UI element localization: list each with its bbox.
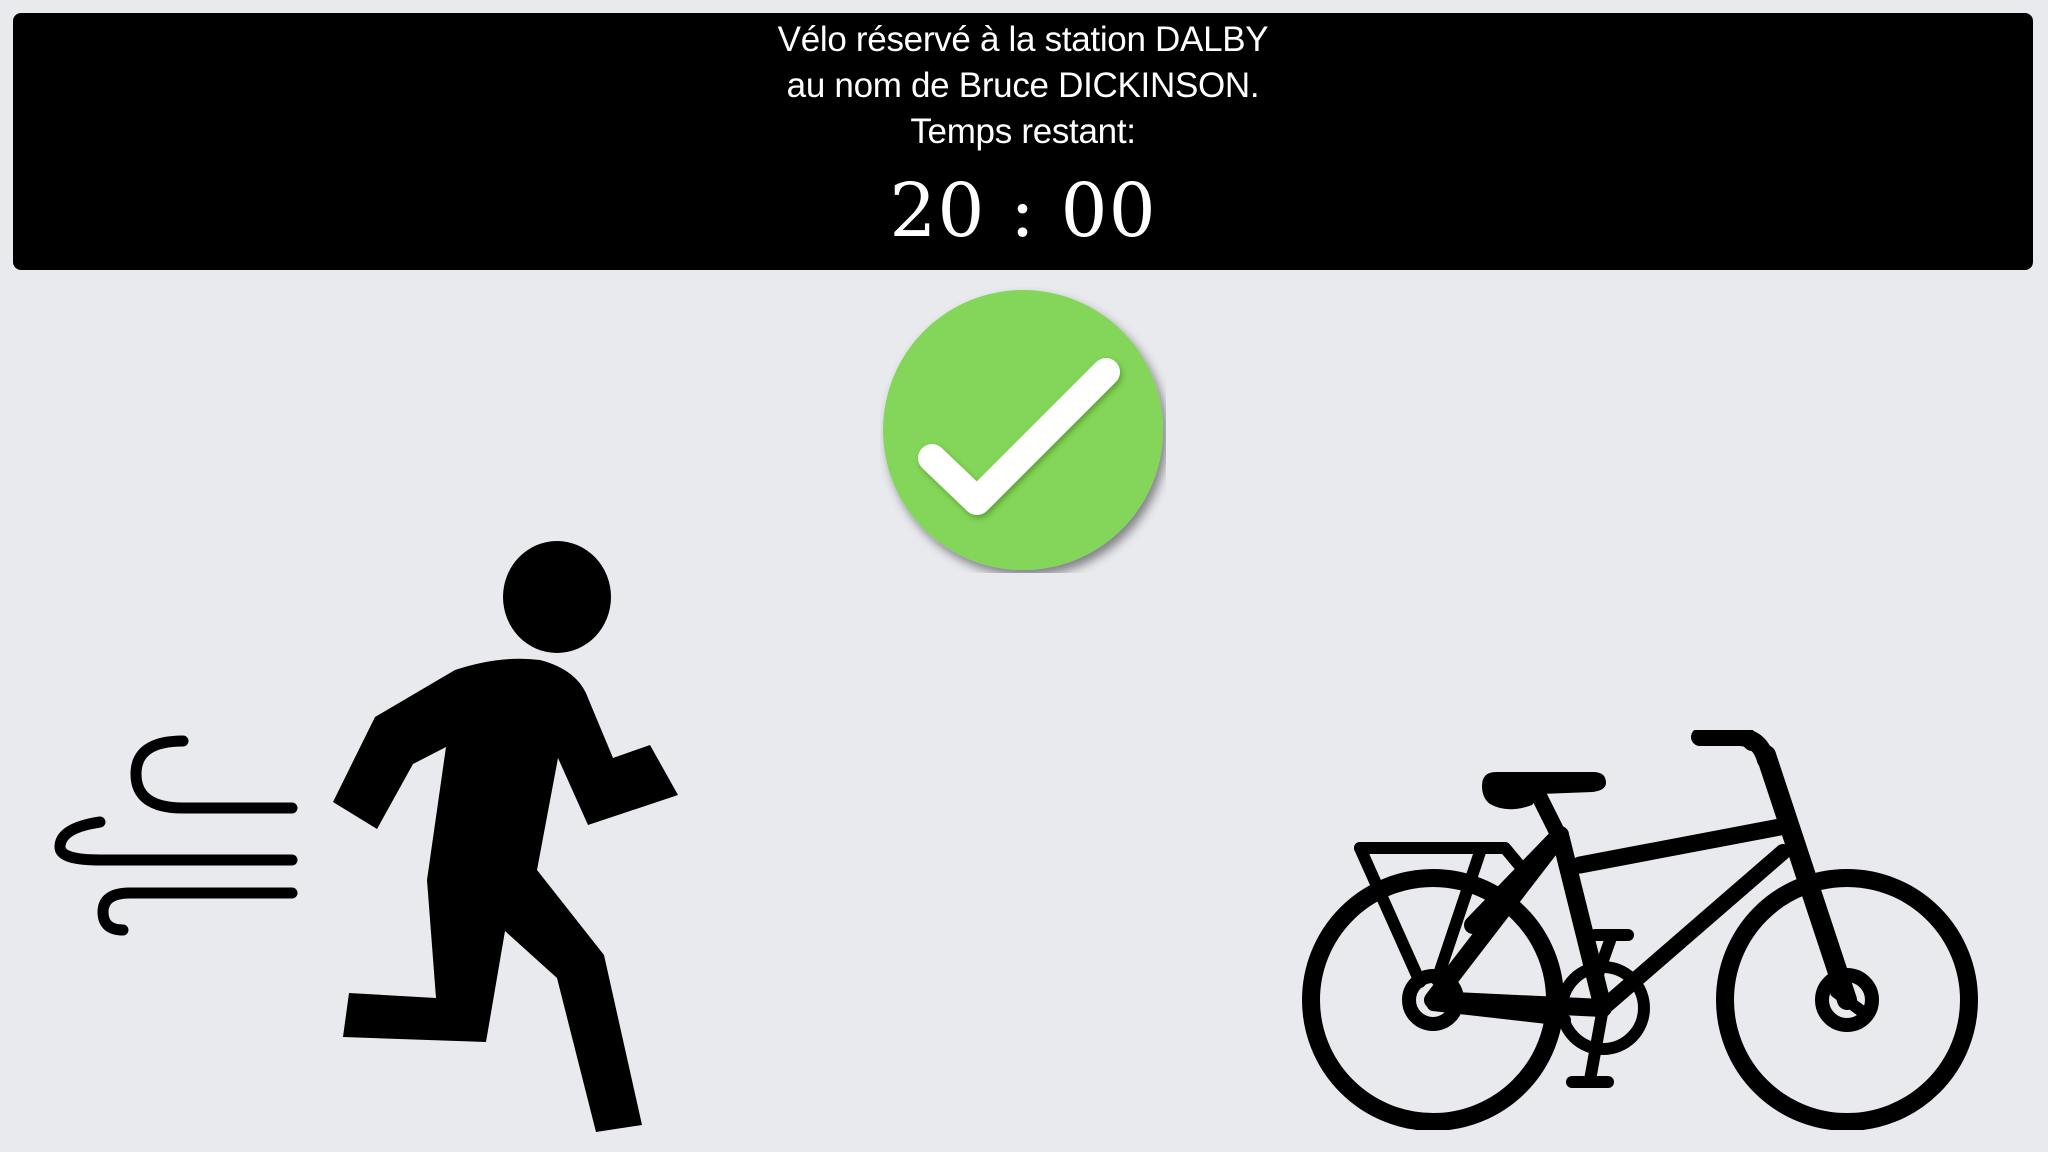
reservation-station-text: Vélo réservé à la station DALBY — [777, 20, 1269, 59]
countdown-timer: 20 : 00 — [889, 168, 1157, 254]
reservation-banner: Vélo réservé à la station DALBY au nom d… — [13, 13, 2033, 270]
check-icon — [883, 290, 1163, 570]
running-person-icon — [54, 541, 678, 1132]
remaining-time-label: Temps restant: — [910, 112, 1136, 151]
bicycle-icon — [1302, 730, 1978, 1130]
reservation-name-text: au nom de Bruce DICKINSON. — [786, 66, 1260, 105]
